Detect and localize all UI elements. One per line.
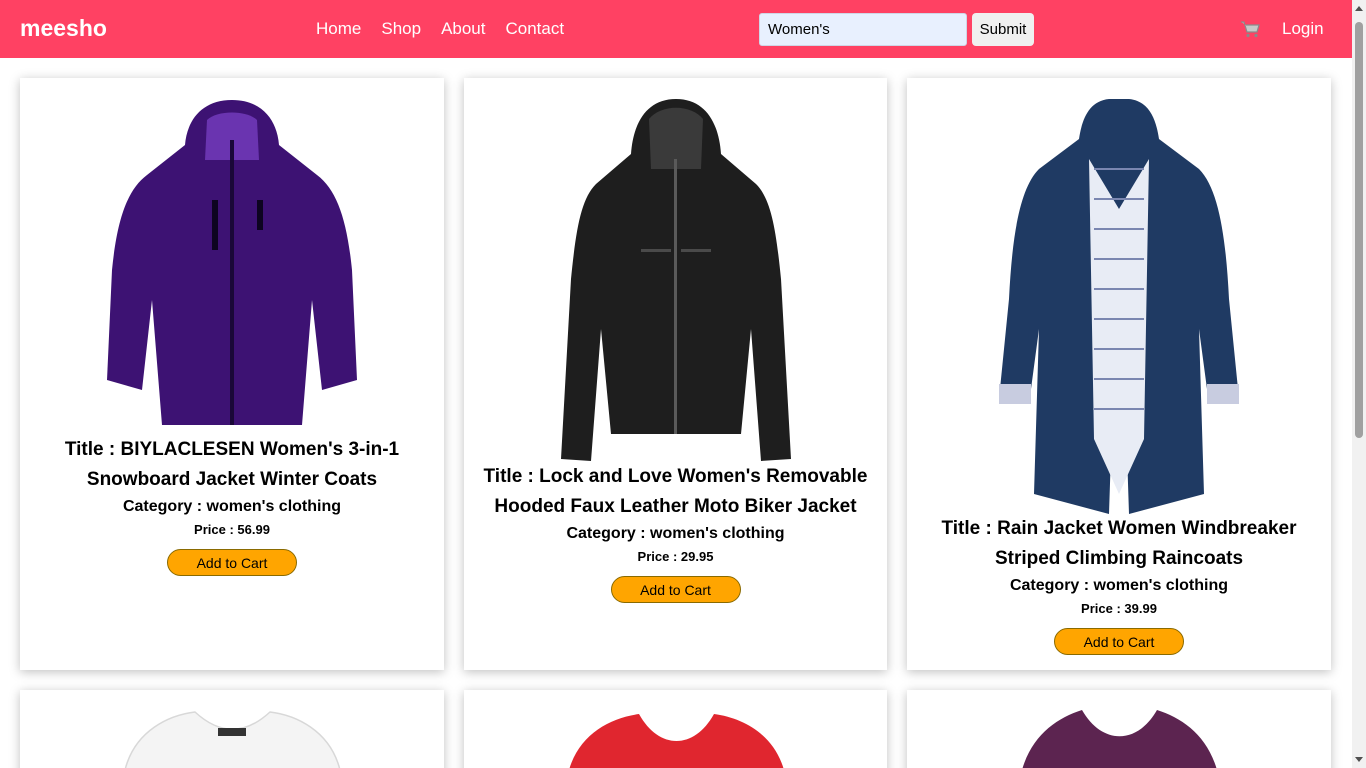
nav-shop[interactable]: Shop: [381, 19, 421, 39]
nav-links: Home Shop About Contact: [316, 19, 564, 39]
product-image: [999, 99, 1239, 514]
product-category: Category : women's clothing: [566, 525, 785, 542]
scrollbar[interactable]: [1352, 0, 1366, 768]
product-title: Title : Rain Jacket Women Windbreaker St…: [941, 518, 1297, 569]
product-category: Category : women's clothing: [1009, 577, 1229, 594]
brand-logo[interactable]: meesho: [20, 15, 107, 42]
product-card: [20, 690, 444, 768]
add-to-cart-button[interactable]: Add to Cart: [167, 549, 297, 576]
login-link[interactable]: Login: [1282, 19, 1324, 39]
product-price: Price : 56.99: [194, 522, 270, 537]
product-image: [1022, 710, 1217, 768]
search-input[interactable]: [759, 13, 967, 46]
scroll-up-icon[interactable]: [1355, 6, 1363, 11]
product-category: Category : women's clothing: [122, 498, 342, 515]
product-image: [124, 711, 341, 768]
product-price: Price : 39.99: [1081, 601, 1157, 616]
product-price: Price : 29.95: [637, 549, 714, 564]
product-title: Title : Lock and Love Women's Removable …: [483, 466, 868, 517]
product-title: Title : BIYLACLESEN Women's 3-in-1 Snowb…: [64, 439, 400, 490]
product-image: [569, 714, 784, 768]
product-card: [907, 690, 1331, 768]
add-to-cart-button[interactable]: Add to Cart: [610, 576, 741, 603]
product-image: [107, 100, 357, 425]
cart-icon[interactable]: [1240, 19, 1262, 39]
product-card: Title : Rain Jacket Women Windbreaker St…: [907, 78, 1331, 670]
product-image: [560, 99, 791, 461]
product-card: Title : BIYLACLESEN Women's 3-in-1 Snowb…: [20, 78, 444, 670]
navbar: meesho Home Shop About Contact Submit Lo…: [0, 0, 1352, 58]
add-to-cart-button[interactable]: Add to Cart: [1054, 628, 1184, 655]
product-card: Title : Lock and Love Women's Removable …: [464, 78, 887, 670]
scroll-down-icon[interactable]: [1355, 757, 1363, 762]
scrollbar-thumb[interactable]: [1355, 22, 1363, 438]
product-card: [464, 690, 887, 768]
submit-button[interactable]: Submit: [972, 13, 1034, 46]
nav-home[interactable]: Home: [316, 19, 361, 39]
nav-about[interactable]: About: [441, 19, 485, 39]
nav-contact[interactable]: Contact: [506, 19, 565, 39]
